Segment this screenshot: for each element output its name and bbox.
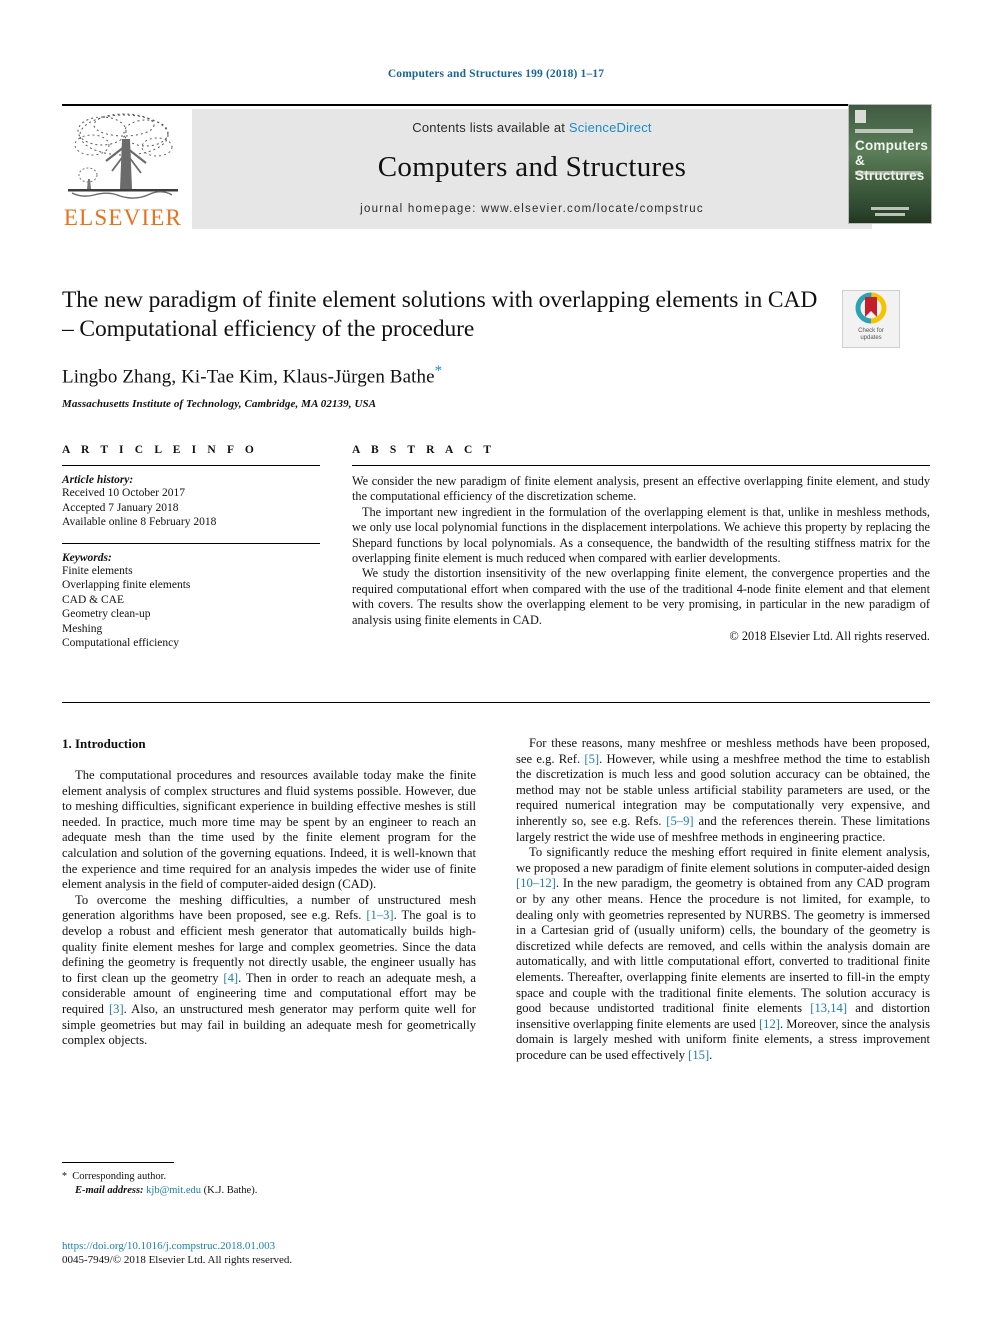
body-column-left: 1. Introduction The computational proced…	[62, 736, 476, 1049]
footnote-email-line: E-mail address: kjb@mit.edu (K.J. Bathe)…	[62, 1184, 476, 1198]
running-head-citation: Computers and Structures 199 (2018) 1–17	[387, 68, 605, 80]
keyword-item: Computational efficiency	[62, 637, 179, 649]
body-columns: 1. Introduction The computational proced…	[62, 736, 930, 1206]
author-names: Lingbo Zhang, Ki-Tae Kim, Klaus-Jürgen B…	[62, 366, 435, 388]
footer-metadata: https://doi.org/10.1016/j.compstruc.2018…	[62, 1239, 476, 1267]
cover-footer-bar-2	[875, 213, 905, 216]
article-info-column: A R T I C L E I N F O Article history: R…	[62, 444, 320, 651]
crossmark-label-line-2: updates	[860, 335, 882, 341]
corresponding-author-footnote: * Corresponding author. E-mail address: …	[62, 1162, 476, 1197]
citation-ref[interactable]: [12]	[759, 1017, 780, 1031]
footnote-star-marker: *	[62, 1171, 67, 1182]
footnote-rule	[62, 1162, 174, 1163]
sciencedirect-link[interactable]: ScienceDirect	[569, 120, 652, 135]
crossmark-label: Check for updates	[843, 328, 899, 342]
article-info-heading: A R T I C L E I N F O	[62, 444, 258, 456]
cover-footer-bar-1	[871, 207, 909, 210]
cover-subtitle-bar	[855, 171, 921, 175]
text-run: .	[709, 1047, 713, 1062]
contents-prefix-text: Contents lists available at	[412, 120, 569, 135]
masthead-top-rule	[62, 104, 930, 106]
citation-ref[interactable]: [3]	[109, 1002, 124, 1016]
elsevier-wordmark: ELSEVIER	[63, 205, 183, 230]
footnote-corresponding-text: Corresponding author.	[72, 1171, 167, 1182]
affiliation: Massachusetts Institute of Technology, C…	[62, 398, 377, 411]
citation-ref[interactable]: [1–3]	[366, 908, 393, 922]
citation-ref[interactable]: [15]	[688, 1048, 709, 1062]
journal-title: Computers and Structures	[377, 151, 687, 183]
abstract-bottom-rule	[62, 702, 930, 703]
article-history-online: Available online 8 February 2018	[62, 516, 217, 528]
article-info-rule	[62, 465, 320, 466]
journal-masthead: ELSEVIER Contents lists available at Sci…	[62, 104, 932, 230]
body-paragraph: To significantly reduce the meshing effo…	[516, 845, 930, 1063]
journal-cover-thumbnail[interactable]: Computers & Structures	[848, 104, 932, 224]
abstract-rule	[352, 465, 930, 466]
journal-article-page: Computers and Structures 199 (2018) 1–17	[0, 0, 992, 1323]
abstract-paragraph: The important new ingredient in the form…	[352, 504, 930, 566]
keyword-item: Meshing	[62, 622, 103, 635]
citation-ref[interactable]: [10–12]	[516, 876, 556, 890]
citation-ref[interactable]: [5–9]	[666, 814, 693, 828]
abstract-heading: A B S T R A C T	[352, 444, 496, 456]
issn-copyright-line: 0045-7949/© 2018 Elsevier Ltd. All right…	[62, 1254, 293, 1266]
keyword-item: Geometry clean-up	[62, 608, 151, 620]
text-run: . In the new paradigm, the geometry is o…	[516, 876, 930, 1016]
footnote-corresponding-line: * Corresponding author.	[62, 1170, 476, 1184]
corresponding-author-marker[interactable]: *	[435, 363, 443, 379]
cover-tagline-bar	[855, 129, 913, 133]
abstract-paragraph: We study the distortion insensitivity of…	[352, 566, 930, 627]
article-history-accepted: Accepted 7 January 2018	[62, 501, 179, 514]
page-title: The new paradigm of finite element solut…	[62, 287, 818, 342]
email-address-label: E-mail address:	[75, 1184, 144, 1196]
email-owner-text: (K.J. Bathe).	[203, 1184, 258, 1196]
citation-ref[interactable]: [4]	[223, 971, 238, 985]
keyword-item: CAD & CAE	[62, 593, 124, 606]
abstract-copyright: © 2018 Elsevier Ltd. All rights reserved…	[729, 629, 930, 644]
cover-publisher-emblem-icon	[855, 110, 866, 123]
contents-lists-line: Contents lists available at ScienceDirec…	[192, 120, 872, 135]
abstract-paragraph: We consider the new paradigm of finite e…	[352, 474, 930, 504]
keyword-item: Finite elements	[62, 564, 133, 577]
section-heading-introduction: 1. Introduction	[62, 736, 146, 751]
crossmark-label-line-1: Check for	[858, 328, 884, 334]
keywords-rule	[62, 542, 320, 544]
journal-homepage-link[interactable]: journal homepage: www.elsevier.com/locat…	[192, 203, 872, 215]
text-run: . Also, an unstructured mesh generator m…	[62, 1001, 477, 1048]
article-history-label: Article history:	[62, 474, 134, 486]
body-paragraph: To overcome the meshing difficulties, a …	[62, 893, 476, 1049]
text-run: To significantly reduce the meshing effo…	[516, 845, 930, 875]
elsevier-logo: ELSEVIER	[62, 109, 184, 229]
email-link[interactable]: kjb@mit.edu	[146, 1185, 201, 1196]
body-paragraph: The computational procedures and resourc…	[62, 768, 476, 892]
article-history-received: Received 10 October 2017	[62, 487, 185, 499]
masthead-banner: Contents lists available at ScienceDirec…	[192, 109, 872, 229]
citation-ref[interactable]: [13,14]	[810, 1001, 847, 1015]
cover-title-line-1: Computers	[855, 138, 929, 153]
title-block: The new paradigm of finite element solut…	[62, 286, 930, 410]
cover-title-line-2: & Structures	[855, 153, 925, 183]
doi-link[interactable]: https://doi.org/10.1016/j.compstruc.2018…	[62, 1239, 476, 1253]
crossmark-icon	[855, 292, 887, 324]
abstract-column: A B S T R A C T We consider the new para…	[352, 444, 930, 644]
body-column-right: For these reasons, many meshfree or mesh…	[516, 736, 930, 1063]
keywords-label: Keywords:	[62, 551, 112, 564]
body-paragraph: For these reasons, many meshfree or mesh…	[516, 736, 930, 845]
keyword-item: Overlapping finite elements	[62, 579, 191, 591]
crossmark-badge[interactable]: Check for updates	[842, 290, 900, 348]
author-list: Lingbo Zhang, Ki-Tae Kim, Klaus-Jürgen B…	[62, 363, 930, 388]
elsevier-tree-icon	[68, 113, 178, 199]
citation-ref[interactable]: [5]	[584, 752, 599, 766]
